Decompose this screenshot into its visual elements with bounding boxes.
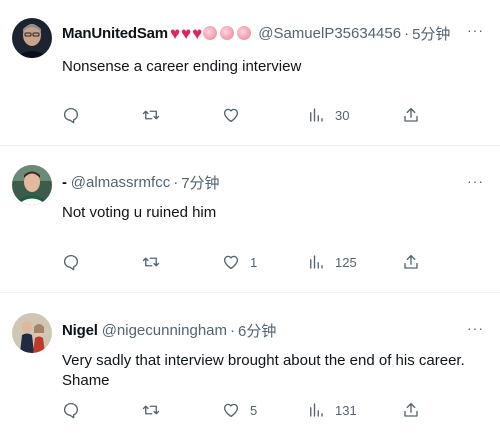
views-button[interactable]: 125 [307, 252, 357, 272]
name-emojis: ♥ ♥ ♥ [170, 25, 254, 42]
retweet-button[interactable] [142, 400, 170, 420]
timestamp[interactable]: 7分钟 [181, 172, 219, 193]
separator-dot: · [173, 173, 179, 191]
avatar[interactable] [12, 165, 52, 205]
red-heart-icon: ♥ [192, 23, 203, 43]
views-icon [310, 255, 323, 269]
separator-dot: · [404, 24, 410, 42]
like-icon [223, 403, 239, 418]
more-icon[interactable]: ··· [467, 321, 484, 335]
like-button[interactable]: 1 [222, 252, 257, 272]
red-heart-icon: ♥ [181, 23, 192, 43]
retweet-icon [142, 110, 160, 120]
action-bar: 30 [62, 105, 432, 125]
tweet[interactable]: ManUnitedSam ♥ ♥ ♥ @SamuelP35634456 · 5分… [0, 0, 500, 146]
user-handle[interactable]: @nigecunningham [102, 322, 227, 339]
retweet-icon [142, 257, 160, 267]
share-button[interactable] [402, 252, 420, 272]
tweet-text: Very sadly that interview brought about … [62, 352, 465, 389]
brain-icon [203, 26, 218, 40]
reply-button[interactable] [62, 252, 90, 272]
display-name[interactable]: Nigel [62, 322, 98, 339]
user-handle[interactable]: @SamuelP35634456 [258, 25, 401, 42]
share-icon [404, 254, 418, 269]
share-button[interactable] [402, 400, 420, 420]
avatar[interactable] [12, 18, 52, 58]
reply-icon [63, 402, 79, 419]
avatar[interactable] [12, 313, 52, 353]
reply-icon [63, 107, 79, 124]
tweet-text: Not voting u ruined him [62, 204, 217, 221]
more-icon[interactable]: ··· [467, 174, 484, 188]
retweet-button[interactable] [142, 105, 170, 125]
display-name[interactable]: - [62, 174, 67, 191]
views-button[interactable]: 131 [307, 400, 357, 420]
action-bar: 5 131 [62, 400, 432, 420]
views-count: 131 [335, 402, 357, 418]
share-button[interactable] [402, 105, 420, 125]
timestamp[interactable]: 5分钟 [412, 23, 450, 44]
views-count: 30 [335, 107, 350, 123]
brain-icon [237, 26, 252, 40]
share-icon [404, 107, 418, 122]
action-bar: 1 125 [62, 252, 432, 272]
reply-icon [63, 254, 79, 271]
views-button[interactable]: 30 [307, 105, 349, 125]
tweet-text: Nonsense a career ending interview [62, 58, 302, 75]
views-count: 125 [335, 254, 357, 270]
separator-dot: · [230, 321, 235, 339]
like-count: 1 [250, 254, 258, 270]
share-icon [404, 402, 418, 417]
timestamp[interactable]: 6分钟 [238, 320, 276, 341]
reply-button[interactable] [62, 400, 90, 420]
views-icon [310, 108, 323, 122]
retweet-icon [142, 405, 160, 415]
brain-icon [220, 26, 235, 40]
display-name[interactable]: ManUnitedSam [62, 25, 168, 42]
views-icon [310, 403, 323, 417]
tweet-header: Nigel @nigecunningham · 6分钟 [62, 319, 460, 341]
like-button[interactable]: 5 [222, 400, 257, 420]
tweet[interactable]: Nigel @nigecunningham · 6分钟 ··· Very sad… [0, 293, 500, 440]
reply-button[interactable] [62, 105, 90, 125]
like-icon [223, 108, 239, 123]
red-heart-icon: ♥ [169, 23, 181, 43]
more-icon[interactable]: ··· [467, 23, 484, 37]
like-icon [223, 255, 239, 270]
tweet-header: - @almassrmfcc · 7分钟 [62, 171, 460, 193]
retweet-button[interactable] [142, 252, 170, 272]
user-handle[interactable]: @almassrmfcc [71, 174, 170, 191]
tweet-header: ManUnitedSam ♥ ♥ ♥ @SamuelP35634456 · 5分… [62, 22, 460, 44]
like-button[interactable] [222, 105, 250, 125]
tweet[interactable]: - @almassrmfcc · 7分钟 ··· Not voting u ru… [0, 146, 500, 293]
like-count: 5 [250, 402, 258, 418]
